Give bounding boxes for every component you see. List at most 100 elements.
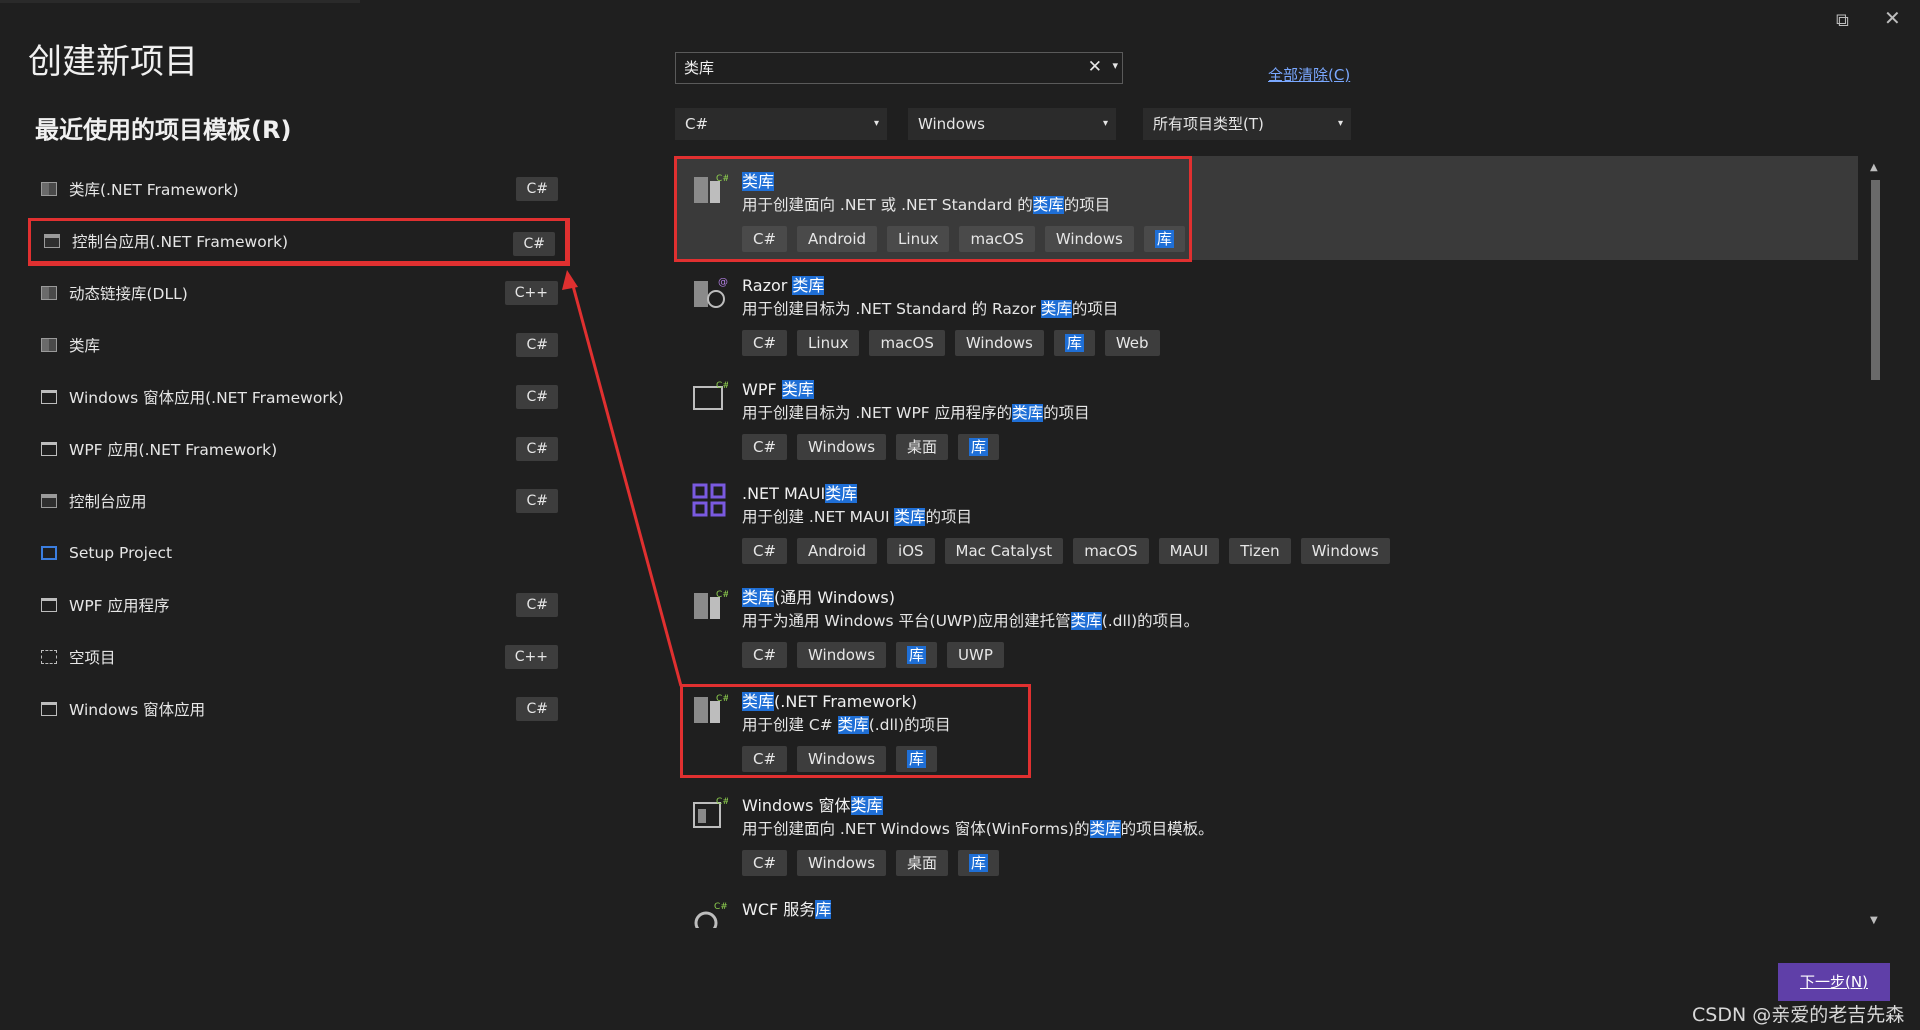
language-badge: C#: [516, 437, 558, 461]
template-description-text: 用于创建目标为 .NET Standard 的 Razor: [742, 300, 1041, 318]
library-tag: 库: [1053, 330, 1095, 356]
close-window-icon[interactable]: ✕: [1884, 6, 1901, 30]
project-type-filter-value: 所有项目类型(T): [1153, 115, 1264, 133]
razor-library-icon: @: [694, 277, 728, 308]
template-description-text: 的项目: [1071, 300, 1119, 318]
chevron-down-icon: ▾: [873, 118, 879, 129]
template-result-item[interactable]: C# WCF 服务库: [675, 884, 1859, 928]
clear-search-icon[interactable]: ✕: [1088, 57, 1102, 77]
svg-text:C#: C#: [716, 381, 728, 391]
console-app-icon: [44, 234, 60, 248]
search-dropdown-icon[interactable]: ▾: [1112, 59, 1118, 72]
template-result-item[interactable]: C# Windows 窗体类库用于创建面向 .NET Windows 窗体(Win…: [675, 780, 1859, 884]
template-tag: Tizen: [1229, 538, 1291, 564]
maui-library-icon: [692, 483, 726, 517]
search-match-highlight: 类库: [1070, 612, 1102, 630]
template-tag: macOS: [869, 330, 945, 356]
recent-template-label: Windows 窗体应用(.NET Framework): [69, 389, 344, 407]
template-tags: C# Android Linux macOS Windows 库: [742, 226, 1195, 252]
template-tag: Linux: [797, 330, 860, 356]
recent-template-item[interactable]: Windows 窗体应用(.NET Framework) C#: [28, 374, 568, 420]
recent-template-item[interactable]: 控制台应用 C#: [28, 478, 568, 524]
template-description: 用于创建目标为 .NET WPF 应用程序的类库的项目: [742, 401, 1090, 423]
recent-template-item[interactable]: WPF 应用(.NET Framework) C#: [28, 426, 568, 472]
recent-template-item[interactable]: Setup Project: [28, 530, 568, 576]
template-tag: iOS: [887, 538, 935, 564]
template-description-text: 用于创建面向 .NET Windows 窗体(WinForms)的: [742, 820, 1090, 838]
recent-templates-list: 类库(.NET Framework) C# 控制台应用(.NET Framework…: [28, 166, 568, 738]
search-box[interactable]: ✕ ▾: [675, 52, 1123, 84]
recent-template-item[interactable]: 类库(.NET Framework) C#: [28, 166, 568, 212]
class-library-icon: C#: [694, 694, 728, 723]
template-name: 类库(通用 Windows): [742, 584, 895, 608]
recent-template-item[interactable]: WPF 应用程序 C#: [28, 582, 568, 628]
library-tag: 库: [958, 850, 1000, 876]
platform-filter[interactable]: Windows ▾: [908, 108, 1116, 140]
console-app-icon: [41, 494, 57, 508]
template-name: WCF 服务库: [742, 896, 832, 920]
template-tags: C# Android iOS Mac Catalyst macOS MAUI Tizen Wi…: [742, 538, 1400, 564]
recent-template-item[interactable]: 控制台应用(.NET Framework) C#: [28, 218, 568, 264]
search-match-highlight: 类库: [792, 276, 825, 295]
template-result-item[interactable]: C#WPF 类库用于创建目标为 .NET WPF 应用程序的类库的项目C#Win…: [675, 364, 1859, 468]
template-description-text: 用于为通用 Windows 平台(UWP)应用创建托管: [742, 612, 1071, 630]
template-tag: C#: [742, 642, 788, 668]
search-match-highlight: 类库: [742, 172, 775, 191]
template-result-item[interactable]: @ Razor 类库 用于创建目标为 .NET Standard 的 Razor 类…: [675, 260, 1859, 364]
language-badge: C#: [516, 333, 558, 357]
template-tag: 桌面: [896, 434, 949, 460]
scroll-up-icon[interactable]: ▲: [1870, 162, 1878, 173]
template-name-text: .NET MAUI: [742, 484, 826, 503]
template-tag: C#: [742, 746, 788, 772]
template-name: Windows 窗体类库: [742, 792, 883, 816]
project-type-filter[interactable]: 所有项目类型(T) ▾: [1143, 108, 1351, 140]
template-tag: Windows: [1300, 538, 1390, 564]
search-match-highlight: 类库: [1089, 820, 1121, 838]
recent-template-label: 类库(.NET Framework): [69, 181, 239, 199]
clear-all-link[interactable]: 全部清除(C): [1268, 64, 1350, 85]
wpf-library-icon: C#: [693, 381, 728, 410]
next-button[interactable]: 下一步(N): [1778, 963, 1890, 1001]
search-match-highlight: 类库: [894, 508, 926, 526]
scrollbar-thumb[interactable]: [1871, 180, 1880, 380]
template-tag: Android: [797, 538, 878, 564]
template-tag: macOS: [959, 226, 1035, 252]
recent-template-item[interactable]: 空项目 C++: [28, 634, 568, 680]
language-badge: C#: [516, 697, 558, 721]
template-result-item[interactable]: C#类库(.NET Framework)用于创建 C# 类库(.dll)的项目C…: [675, 676, 1859, 780]
watermark: CSDN @亲爱的老吉先森: [1692, 1004, 1905, 1026]
library-tag: 库: [958, 434, 1000, 460]
template-name-text: Windows 窗体: [742, 796, 851, 815]
template-tag: C#: [742, 850, 788, 876]
template-result-item[interactable]: .NET MAUI类库 用于创建 .NET MAUI 类库的项目 C# Android…: [675, 468, 1859, 572]
template-tag: Web: [1104, 330, 1160, 356]
search-match-highlight: 类库: [825, 484, 858, 503]
template-name-text: Razor: [742, 276, 793, 295]
template-tag: 桌面: [896, 850, 949, 876]
search-match-highlight: 类库: [781, 380, 814, 399]
scroll-down-icon[interactable]: ▼: [1870, 915, 1878, 926]
recent-template-item[interactable]: 类库 C#: [28, 322, 568, 368]
language-badge: C#: [516, 593, 558, 617]
template-description-text: (.dll)的项目: [868, 716, 951, 734]
template-result-item[interactable]: C# 类库(通用 Windows) 用于为通用 Windows 平台(UWP)应用创…: [675, 572, 1859, 676]
restore-window-icon[interactable]: ⧉: [1836, 10, 1849, 31]
recent-template-item[interactable]: 动态链接库(DLL) C++: [28, 270, 568, 316]
template-name: 类库(.NET Framework): [742, 688, 917, 712]
recent-template-item[interactable]: Windows 窗体应用 C#: [28, 686, 568, 732]
search-match-highlight: 库: [1064, 334, 1084, 352]
chevron-down-icon: ▾: [1102, 118, 1108, 129]
template-description: 用于创建 .NET MAUI 类库的项目: [742, 505, 972, 527]
template-description-text: 用于创建 .NET MAUI: [742, 508, 895, 526]
template-name-text: WPF: [742, 380, 782, 399]
template-description-text: 的项目: [925, 508, 972, 526]
library-tag: 库: [896, 642, 938, 668]
template-description-text: (.dll)的项目。: [1101, 612, 1200, 630]
search-input[interactable]: [684, 58, 1064, 76]
template-result-item[interactable]: C# 类库用于创建面向 .NET 或 .NET Standard 的类库的项目 C#…: [675, 156, 1858, 260]
template-tags: C# Windows 桌面 库: [742, 850, 1009, 876]
search-match-highlight: 库: [907, 646, 927, 664]
results-scrollbar[interactable]: ▲ ▼: [1868, 156, 1882, 930]
language-filter[interactable]: C# ▾: [675, 108, 887, 140]
language-badge: C++: [504, 645, 558, 669]
